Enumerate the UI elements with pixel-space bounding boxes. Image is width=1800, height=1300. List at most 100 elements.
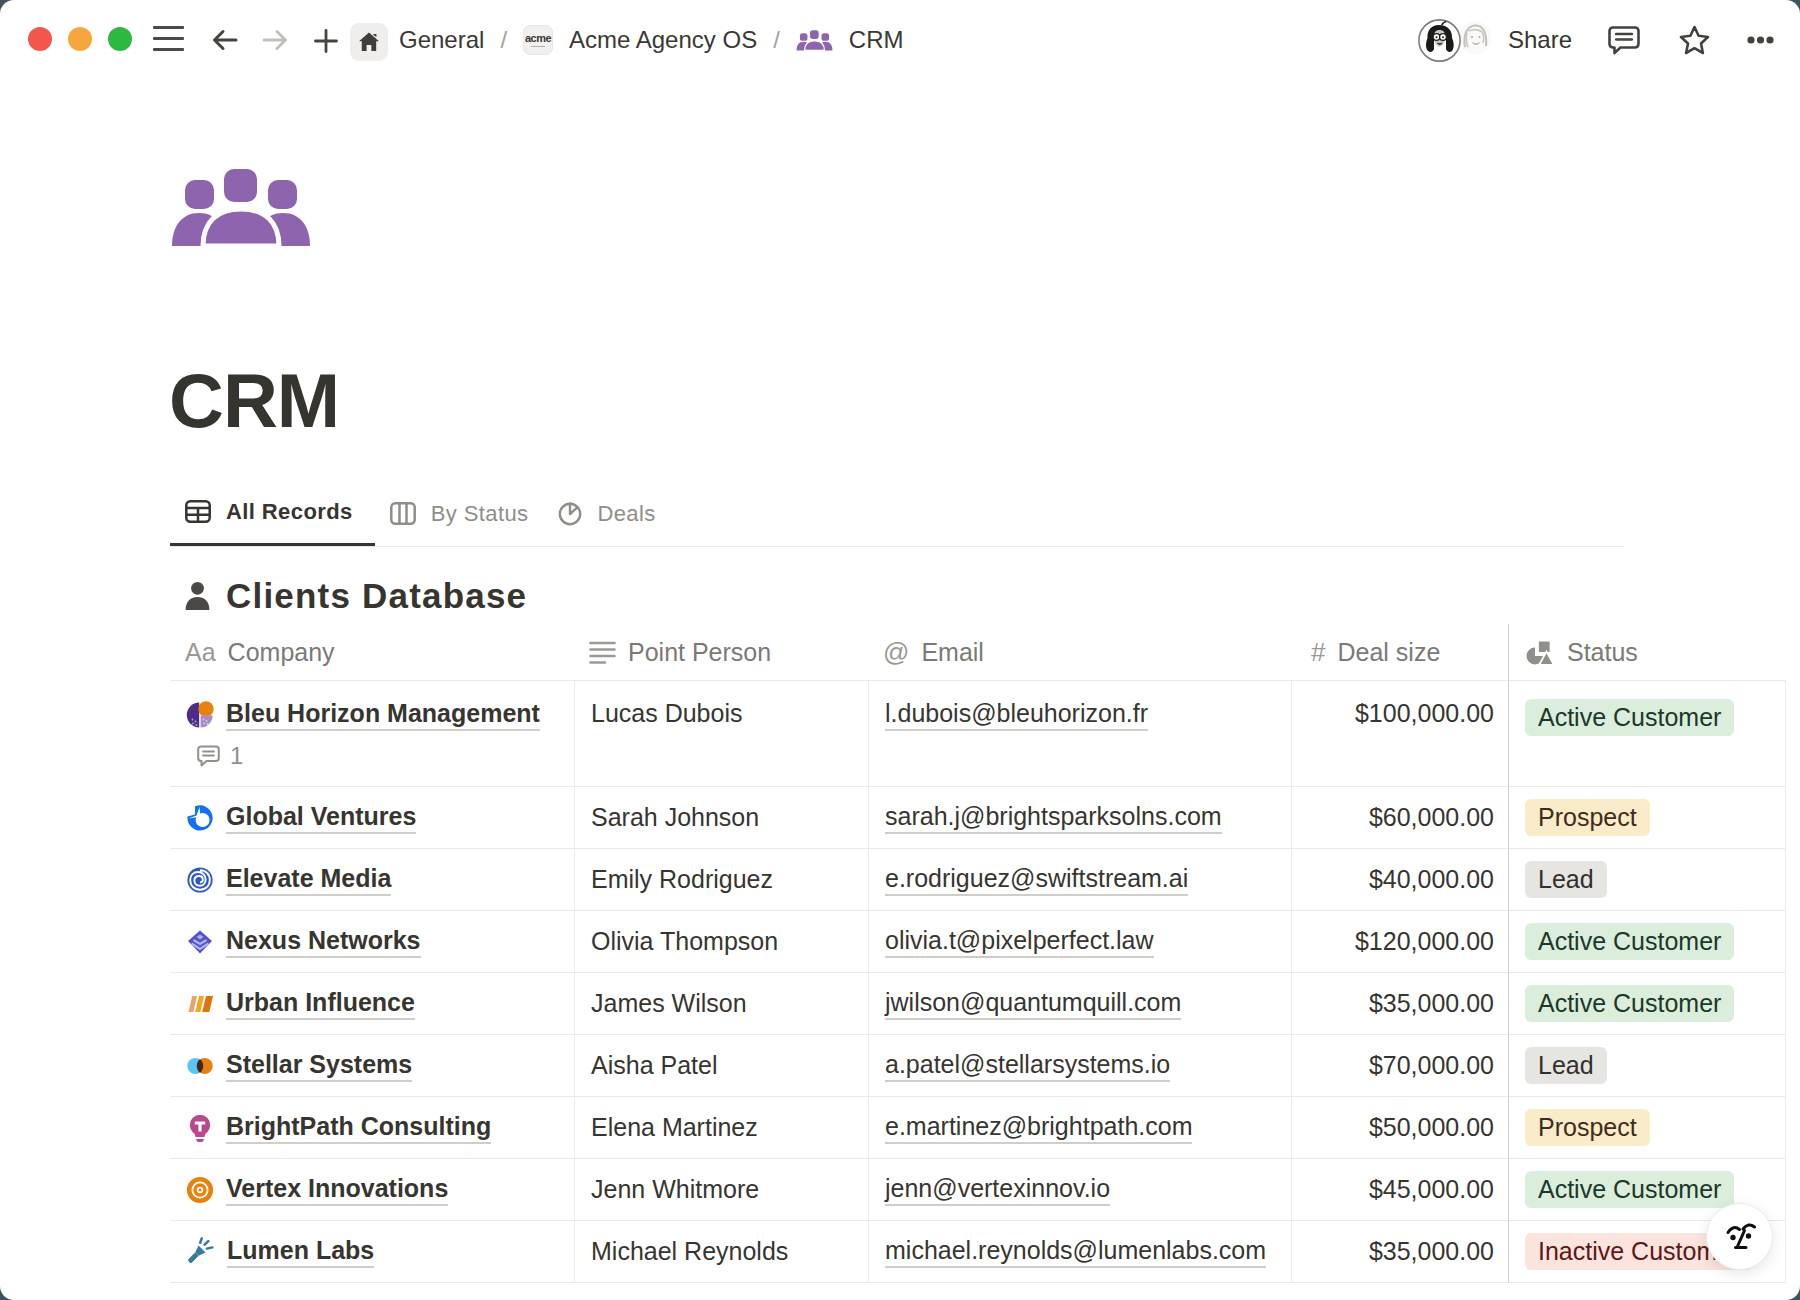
status-badge[interactable]: Active Customer <box>1525 923 1734 960</box>
sidebar-menu-icon[interactable] <box>153 26 184 53</box>
table-row-cell-status[interactable]: Lead <box>1508 1035 1786 1097</box>
tab-by-status[interactable]: By Status <box>375 494 544 547</box>
table-row-cell-email[interactable]: jenn@vertexinnov.io <box>868 1159 1291 1221</box>
table-row-cell-company[interactable]: Stellar Systems <box>170 1035 574 1097</box>
column-header-email[interactable]: @ Email <box>868 624 1291 681</box>
table-row-cell-person[interactable]: Michael Reynolds <box>574 1221 868 1283</box>
table-row-cell-email[interactable]: l.dubois@bleuhorizon.fr <box>868 681 1291 787</box>
table-row-cell-email[interactable]: michael.reynolds@lumenlabs.com <box>868 1221 1291 1283</box>
column-header-deal-size[interactable]: # Deal size <box>1291 624 1508 681</box>
tab-all-records[interactable]: All Records <box>170 494 375 547</box>
more-options-icon[interactable] <box>1747 35 1774 45</box>
email-link[interactable]: l.dubois@bleuhorizon.fr <box>885 699 1148 731</box>
company-link[interactable]: Global Ventures <box>226 802 416 834</box>
email-link[interactable]: michael.reynolds@lumenlabs.com <box>885 1236 1266 1268</box>
status-badge[interactable]: Active Customer <box>1525 985 1734 1022</box>
column-header-status[interactable]: Status <box>1508 624 1786 681</box>
back-arrow-icon[interactable] <box>209 24 241 56</box>
table-row-cell-deal[interactable]: $40,000.00 <box>1291 849 1508 911</box>
email-link[interactable]: e.martinez@brightpath.com <box>885 1112 1192 1144</box>
table-row-cell-deal[interactable]: $35,000.00 <box>1291 973 1508 1035</box>
email-link[interactable]: olivia.t@pixelperfect.law <box>885 926 1154 958</box>
database-title[interactable]: Clients Database <box>226 576 527 616</box>
email-link[interactable]: jenn@vertexinnov.io <box>885 1174 1110 1206</box>
table-row-cell-deal[interactable]: $45,000.00 <box>1291 1159 1508 1221</box>
comment-indicator[interactable]: 1 <box>197 742 540 770</box>
share-button[interactable]: Share <box>1508 26 1572 54</box>
table-row-cell-email[interactable]: olivia.t@pixelperfect.law <box>868 911 1291 973</box>
status-badge[interactable]: Prospect <box>1525 799 1650 836</box>
table-row-cell-company[interactable]: Urban Influence <box>170 973 574 1035</box>
current-user-avatar[interactable] <box>1418 19 1461 62</box>
status-badge[interactable]: Lead <box>1525 1047 1607 1084</box>
table-row-cell-deal[interactable]: $100,000.00 <box>1291 681 1508 787</box>
status-badge[interactable]: Prospect <box>1525 1109 1650 1146</box>
table-row-cell-status[interactable]: Active Customer <box>1508 911 1786 973</box>
table-row-cell-status[interactable]: Lead <box>1508 849 1786 911</box>
forward-arrow-icon[interactable] <box>259 24 291 56</box>
breadcrumb-page[interactable]: CRM <box>849 26 904 54</box>
table-row-cell-status[interactable]: Active Customer <box>1508 973 1786 1035</box>
text-title-icon: Aa <box>185 640 216 665</box>
close-window-button[interactable] <box>28 27 52 51</box>
new-tab-plus-icon[interactable] <box>312 27 340 55</box>
table-row-cell-email[interactable]: e.martinez@brightpath.com <box>868 1097 1291 1159</box>
table-row-cell-company[interactable]: Elevate Media <box>170 849 574 911</box>
table-row-cell-email[interactable]: sarah.j@brightsparksolns.com <box>868 787 1291 849</box>
status-badge[interactable]: Lead <box>1525 861 1607 898</box>
table-row-cell-deal[interactable]: $70,000.00 <box>1291 1035 1508 1097</box>
zoom-window-button[interactable] <box>108 27 132 51</box>
company-link[interactable]: Vertex Innovations <box>226 1174 448 1206</box>
table-row-cell-deal[interactable]: $50,000.00 <box>1291 1097 1508 1159</box>
home-button[interactable] <box>350 23 388 61</box>
table-row-cell-email[interactable]: jwilson@quantumquill.com <box>868 973 1291 1035</box>
table-row-cell-deal[interactable]: $35,000.00 <box>1291 1221 1508 1283</box>
table-row-cell-company[interactable]: Lumen Labs <box>170 1221 574 1283</box>
status-badge[interactable]: Active Customer <box>1525 1171 1734 1208</box>
company-link[interactable]: Stellar Systems <box>226 1050 412 1082</box>
breadcrumb-root[interactable]: General <box>399 26 484 54</box>
table-row-cell-person[interactable]: James Wilson <box>574 973 868 1035</box>
favorite-star-icon[interactable] <box>1678 24 1711 57</box>
company-link[interactable]: Bleu Horizon Management <box>226 699 540 731</box>
tab-deals[interactable]: Deals <box>543 494 670 547</box>
table-row-cell-person[interactable]: Olivia Thompson <box>574 911 868 973</box>
company-link[interactable]: Lumen Labs <box>227 1236 374 1268</box>
table-row-cell-person[interactable]: Jenn Whitmore <box>574 1159 868 1221</box>
table-row-cell-status[interactable]: Active Customer <box>1508 681 1786 787</box>
table-row-cell-status[interactable]: Prospect <box>1508 787 1786 849</box>
status-badge[interactable]: Active Customer <box>1525 699 1734 736</box>
comments-icon[interactable] <box>1607 23 1641 57</box>
table-row-cell-deal[interactable]: $120,000.00 <box>1291 911 1508 973</box>
breadcrumb-workspace[interactable]: Acme Agency OS <box>569 26 757 54</box>
page-icon-people-group[interactable] <box>170 166 312 246</box>
table-row-cell-person[interactable]: Elena Martinez <box>574 1097 868 1159</box>
table-row-cell-email[interactable]: a.patel@stellarsystems.io <box>868 1035 1291 1097</box>
table-row-cell-company[interactable]: Global Ventures <box>170 787 574 849</box>
company-link[interactable]: Elevate Media <box>226 864 391 896</box>
table-row-cell-email[interactable]: e.rodriguez@swiftstream.ai <box>868 849 1291 911</box>
column-header-point-person[interactable]: Point Person <box>574 624 868 681</box>
collaborator-avatar[interactable] <box>1458 21 1492 55</box>
company-link[interactable]: Nexus Networks <box>226 926 421 958</box>
column-header-company[interactable]: Aa Company <box>170 624 574 681</box>
table-row-cell-company[interactable]: Vertex Innovations <box>170 1159 574 1221</box>
table-row-cell-company[interactable]: Bleu Horizon Management 1 <box>170 681 574 787</box>
table-row-cell-person[interactable]: Lucas Dubois <box>574 681 868 787</box>
table-row-cell-person[interactable]: Aisha Patel <box>574 1035 868 1097</box>
company-link[interactable]: Urban Influence <box>226 988 415 1020</box>
table-row-cell-status[interactable]: Prospect <box>1508 1097 1786 1159</box>
table-row-cell-deal[interactable]: $60,000.00 <box>1291 787 1508 849</box>
notion-ai-button[interactable] <box>1706 1203 1773 1270</box>
table-row-cell-company[interactable]: Nexus Networks <box>170 911 574 973</box>
company-link[interactable]: BrightPath Consulting <box>226 1112 491 1144</box>
email-link[interactable]: a.patel@stellarsystems.io <box>885 1050 1170 1082</box>
email-link[interactable]: jwilson@quantumquill.com <box>885 988 1181 1020</box>
email-link[interactable]: sarah.j@brightsparksolns.com <box>885 802 1222 834</box>
comment-count: 1 <box>230 742 243 770</box>
table-row-cell-person[interactable]: Sarah Johnson <box>574 787 868 849</box>
minimize-window-button[interactable] <box>68 27 92 51</box>
email-link[interactable]: e.rodriguez@swiftstream.ai <box>885 864 1188 896</box>
table-row-cell-person[interactable]: Emily Rodriguez <box>574 849 868 911</box>
table-row-cell-company[interactable]: BrightPath Consulting <box>170 1097 574 1159</box>
